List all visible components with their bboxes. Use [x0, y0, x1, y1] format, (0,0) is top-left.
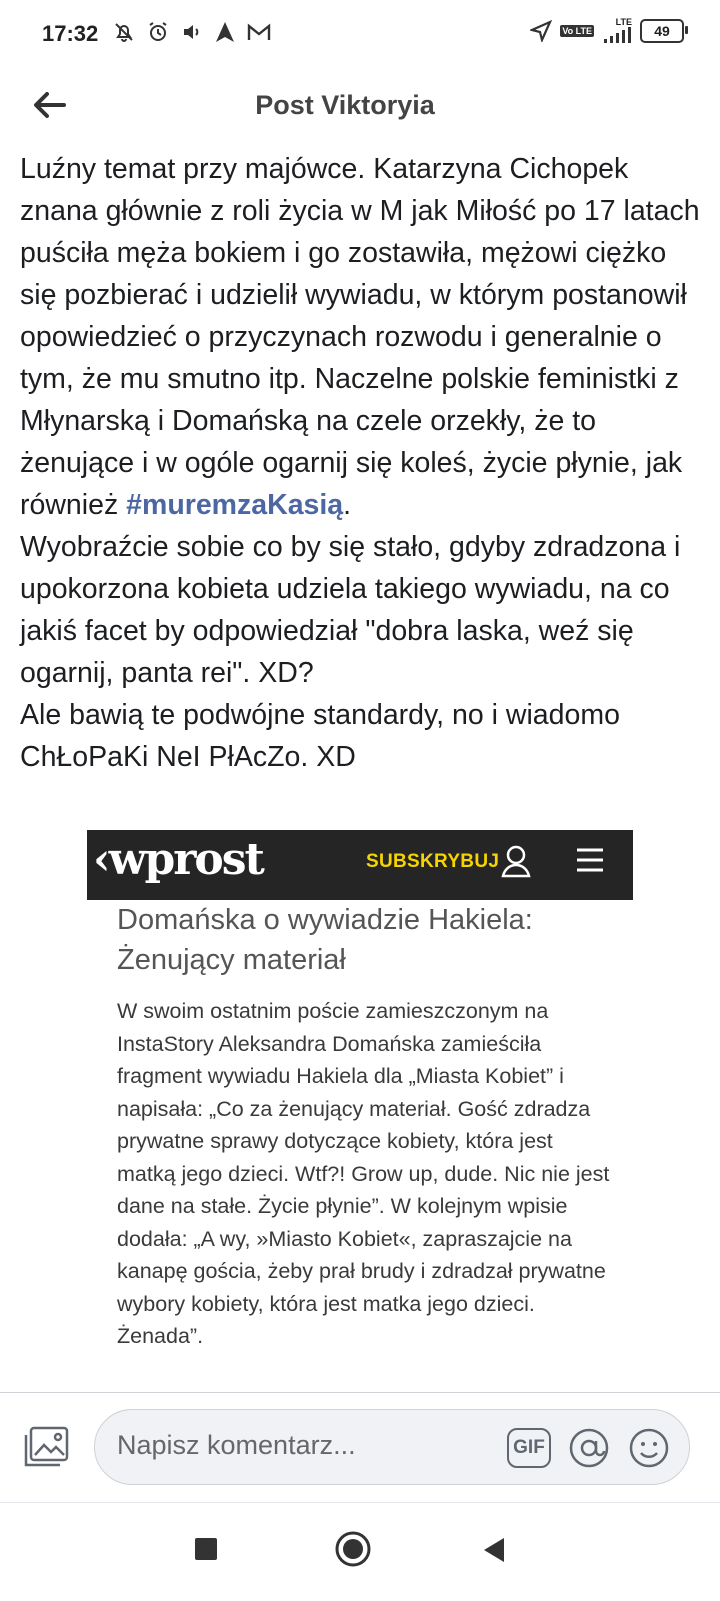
- volume-icon: [184, 25, 199, 39]
- gif-button[interactable]: GIF: [507, 1428, 551, 1468]
- page-title: Post Viktoryia: [255, 90, 435, 120]
- photo-button[interactable]: [22, 1425, 72, 1476]
- location-arrow-icon: [530, 19, 553, 42]
- home-button[interactable]: [334, 1530, 372, 1573]
- recent-apps-button[interactable]: [194, 1537, 218, 1566]
- post-text-before: Luźny temat przy majówce. Katarzyna Cich…: [20, 153, 708, 521]
- subscribe-button: SUBSKRYBUJ: [366, 851, 500, 872]
- status-icons-left: [112, 20, 272, 44]
- page-header: Post Viktoryia: [0, 70, 720, 146]
- nav-back-button[interactable]: [482, 1537, 506, 1568]
- user-icon: [501, 845, 531, 878]
- status-icons-right: Vo LTE LTE 49: [530, 18, 688, 43]
- network-type: LTE: [615, 17, 632, 27]
- wprost-logo-text: wprost: [108, 834, 265, 885]
- navigation-icon: [216, 22, 234, 42]
- home-circle-icon: [335, 1531, 371, 1567]
- post-text: Luźny temat przy majówce. Katarzyna Cich…: [20, 148, 710, 778]
- comment-input[interactable]: Napisz komentarz... GIF: [94, 1409, 690, 1485]
- article-title: Domańska o wywiadzie Hakiela: Żenujący m…: [117, 904, 533, 976]
- square-icon: [195, 1538, 217, 1560]
- alarm-icon: [149, 22, 167, 41]
- post-image[interactable]: ‹wprost SUBSKRYBUJ Domańska o wywiadzie …: [87, 830, 633, 1392]
- battery-level: 49: [654, 22, 670, 39]
- signal-icon: LTE: [602, 18, 632, 43]
- emoji-icon[interactable]: [627, 1426, 671, 1470]
- post-text-after: . Wyobraźcie sobie co by się stało, gdyb…: [20, 489, 681, 773]
- mention-icon[interactable]: [567, 1426, 611, 1470]
- comment-input-icons: GIF: [507, 1426, 671, 1470]
- volte-badge: Vo LTE: [560, 24, 594, 37]
- gmail-icon: [247, 23, 271, 40]
- android-navigation-bar: [0, 1502, 720, 1601]
- battery-icon: 49: [640, 18, 688, 43]
- comment-placeholder: Napisz komentarz...: [117, 1430, 356, 1460]
- hashtag-link[interactable]: #muremzaKasią: [126, 489, 343, 521]
- muted-bell-icon: [115, 23, 133, 42]
- photo-gallery-icon: [24, 1426, 69, 1467]
- article-body: W swoim ostatnim poście zamieszczonym na…: [117, 999, 610, 1348]
- status-time: 17:32: [42, 21, 99, 46]
- triangle-back-icon: [484, 1538, 504, 1562]
- hamburger-menu-icon: [577, 848, 603, 872]
- status-bar: 17:32 Vo LTE LTE 49: [0, 0, 720, 70]
- wprost-navbar: ‹wprost SUBSKRYBUJ: [87, 830, 633, 900]
- wprost-logo: ‹wprost: [93, 834, 265, 885]
- comment-bar: Napisz komentarz... GIF: [0, 1392, 720, 1503]
